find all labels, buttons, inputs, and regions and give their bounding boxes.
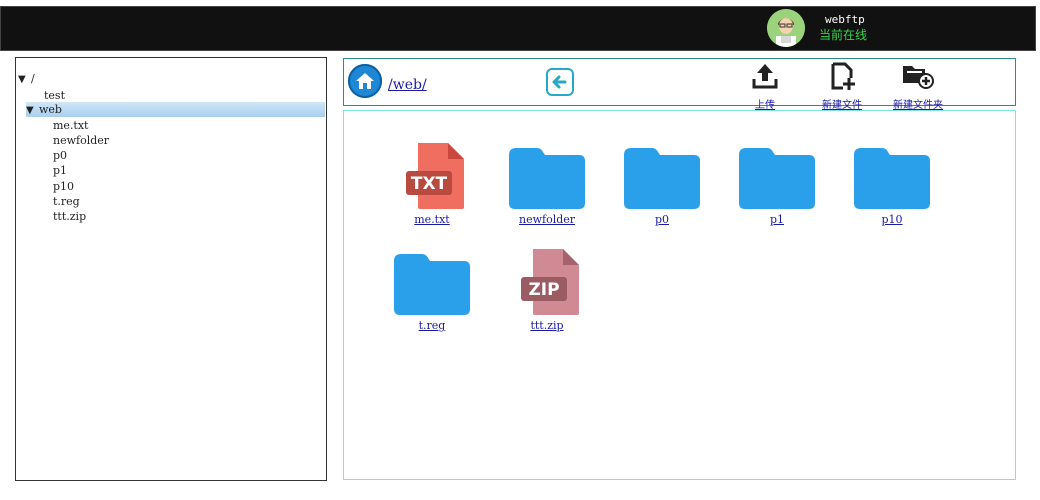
folder-item-p1[interactable]: p1 <box>722 143 832 226</box>
tree-item-label: me.txt <box>53 119 89 132</box>
file-name[interactable]: me.txt <box>377 213 487 226</box>
current-path-link[interactable]: /web/ <box>388 77 427 93</box>
expand-triangle-icon[interactable]: ▼ <box>18 72 31 87</box>
upload-icon <box>752 64 778 89</box>
tree-item-test[interactable]: test <box>44 88 65 103</box>
back-arrow-icon <box>546 68 574 96</box>
new-folder-icon <box>903 66 934 89</box>
folder-name[interactable]: p1 <box>722 213 832 226</box>
folder-name[interactable]: newfolder <box>492 213 602 226</box>
tree-item-file[interactable]: ttt.zip <box>53 209 86 224</box>
folder-icon <box>394 254 470 315</box>
home-button[interactable] <box>348 64 382 98</box>
tree-item-label: p0 <box>53 149 68 162</box>
tree-item-file[interactable]: p1 <box>53 163 67 178</box>
folder-item-newfolder[interactable]: newfolder <box>492 143 602 226</box>
folder-icon <box>624 148 700 209</box>
folder-icon <box>854 148 930 209</box>
tree-root[interactable]: ▼ / <box>18 71 35 86</box>
file-grid: TXT me.txt newfolder p0 p1 p10 t.reg ZIP… <box>343 110 1016 480</box>
username: webftp <box>825 13 865 26</box>
tree-item-label: ttt.zip <box>53 210 87 223</box>
user-avatar[interactable] <box>767 9 805 47</box>
folder-item-t-reg[interactable]: t.reg <box>377 249 487 332</box>
online-status: 当前在线 <box>819 28 868 42</box>
avatar-icon <box>767 9 805 47</box>
upload-label: 上传 <box>755 100 775 111</box>
zip-file-icon: ZIP <box>521 249 579 315</box>
directory-tree: ▼ / test ▼ web me.txt newfolder p0 p1 p10 … <box>15 57 327 481</box>
tree-item-file[interactable]: newfolder <box>53 133 109 148</box>
new-file-button[interactable]: 新建文件 <box>822 61 862 111</box>
folder-icon <box>509 148 585 209</box>
new-file-icon <box>831 62 855 90</box>
tree-item-file[interactable]: me.txt <box>53 118 88 133</box>
toolbar: /web/ 上传 新建文件 新建文件夹 <box>343 58 1016 111</box>
new-folder-button[interactable]: 新建文件夹 <box>893 61 943 111</box>
tree-item-label: newfolder <box>53 134 110 147</box>
tree-item-label: web <box>39 103 62 116</box>
tree-item-web[interactable]: ▼ web <box>26 102 325 117</box>
folder-item-p0[interactable]: p0 <box>607 143 717 226</box>
folder-name[interactable]: p10 <box>837 213 947 226</box>
file-item-me-txt[interactable]: TXT me.txt <box>377 143 487 226</box>
file-item-ttt-zip[interactable]: ZIP ttt.zip <box>492 249 602 332</box>
tree-item-label: test <box>44 89 65 102</box>
home-icon <box>348 64 382 98</box>
top-bar: webftp 当前在线 <box>0 6 1036 51</box>
tree-root-label: / <box>31 72 35 85</box>
txt-badge: TXT <box>411 174 448 194</box>
tree-item-file[interactable]: t.reg <box>53 194 80 209</box>
upload-button[interactable]: 上传 <box>750 61 780 111</box>
new-file-label: 新建文件 <box>822 100 862 111</box>
new-folder-label: 新建文件夹 <box>893 100 943 111</box>
tree-item-label: p1 <box>53 164 68 177</box>
folder-name[interactable]: p0 <box>607 213 717 226</box>
tree-item-file[interactable]: p0 <box>53 148 67 163</box>
tree-item-file[interactable]: p10 <box>53 179 74 194</box>
back-button[interactable] <box>546 68 574 96</box>
zip-badge: ZIP <box>528 280 559 300</box>
tree-item-label: t.reg <box>53 195 80 208</box>
tree-item-label: p10 <box>53 180 75 193</box>
txt-file-icon: TXT <box>406 143 464 209</box>
folder-icon <box>739 148 815 209</box>
file-name[interactable]: ttt.zip <box>492 319 602 332</box>
expand-triangle-icon[interactable]: ▼ <box>26 103 39 118</box>
folder-item-p10[interactable]: p10 <box>837 143 947 226</box>
folder-name[interactable]: t.reg <box>377 319 487 332</box>
